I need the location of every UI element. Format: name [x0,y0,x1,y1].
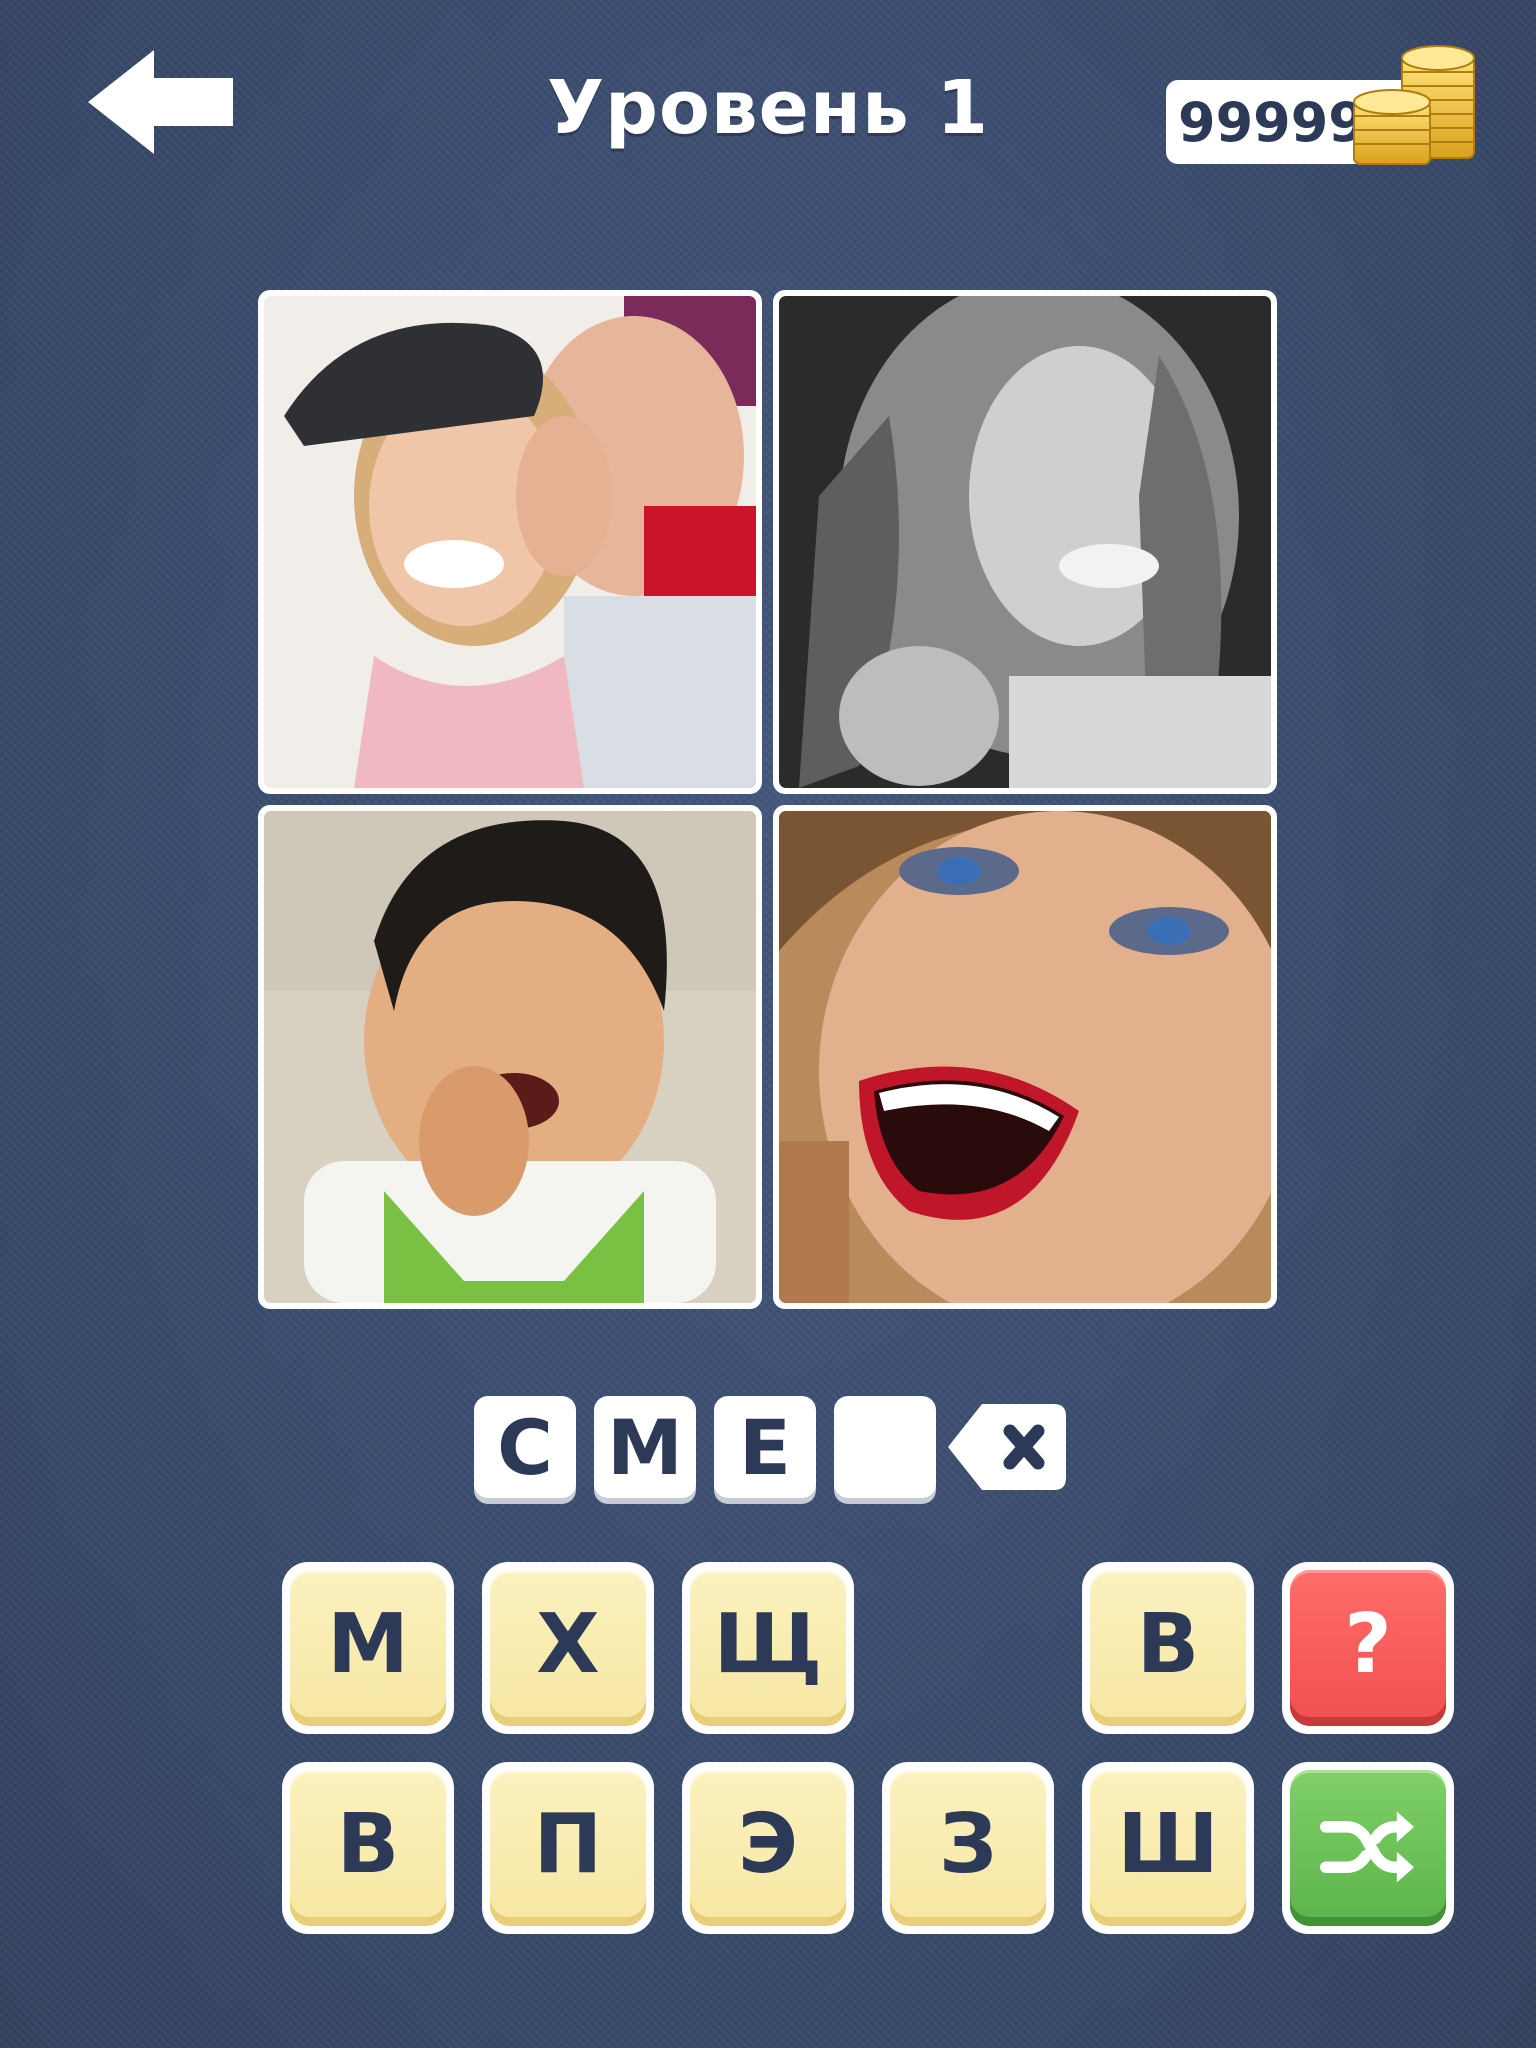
letter-key[interactable]: Э [682,1762,854,1934]
photo-boy-laughing[interactable] [258,805,762,1309]
letter-key-label: П [490,1770,646,1926]
coin-count: 99999 [1178,91,1366,154]
shuffle-icon [1320,1811,1415,1883]
answer-slot-2[interactable]: М [594,1396,696,1498]
back-button[interactable] [88,50,233,154]
letter-key-label: Х [490,1570,646,1726]
hint-button[interactable]: ? [1282,1562,1454,1734]
boy-laughing-image [264,811,756,1303]
letter-key-label: М [290,1570,446,1726]
letter-key-label: Э [690,1770,846,1926]
backspace-icon [948,1404,1066,1490]
letter-key-label: В [290,1770,446,1926]
answer-slot-3[interactable]: Е [714,1396,816,1498]
shuffle-button[interactable] [1282,1762,1454,1934]
letter-key[interactable]: В [1082,1562,1254,1734]
hint-label: ? [1290,1570,1446,1726]
letter-key-label: В [1090,1570,1246,1726]
coin-stack-icon [1353,45,1475,165]
woman-laughing-bw-image [779,296,1271,788]
letter-key[interactable]: З [882,1762,1054,1934]
letter-key[interactable]: Х [482,1562,654,1734]
erase-letter-button[interactable] [948,1404,1066,1490]
couple-whisper-image [264,296,756,788]
photo-couple-whisper[interactable] [258,290,762,794]
answer-slot-1[interactable]: С [474,1396,576,1498]
letter-key[interactable]: М [282,1562,454,1734]
letter-key[interactable]: П [482,1762,654,1934]
letter-key[interactable]: В [282,1762,454,1934]
letter-key-label: Щ [690,1570,846,1726]
photo-woman-laughing-closeup[interactable] [773,805,1277,1309]
answer-slot-4[interactable] [834,1396,936,1498]
letter-key-label: З [890,1770,1046,1926]
letter-key[interactable]: Щ [682,1562,854,1734]
woman-laughing-closeup-image [779,811,1271,1303]
letter-key[interactable]: Ш [1082,1762,1254,1934]
letter-key-label: Ш [1090,1770,1246,1926]
photo-woman-laughing-bw[interactable] [773,290,1277,794]
level-title: Уровень 1 [546,65,990,151]
back-arrow-icon [88,50,233,154]
